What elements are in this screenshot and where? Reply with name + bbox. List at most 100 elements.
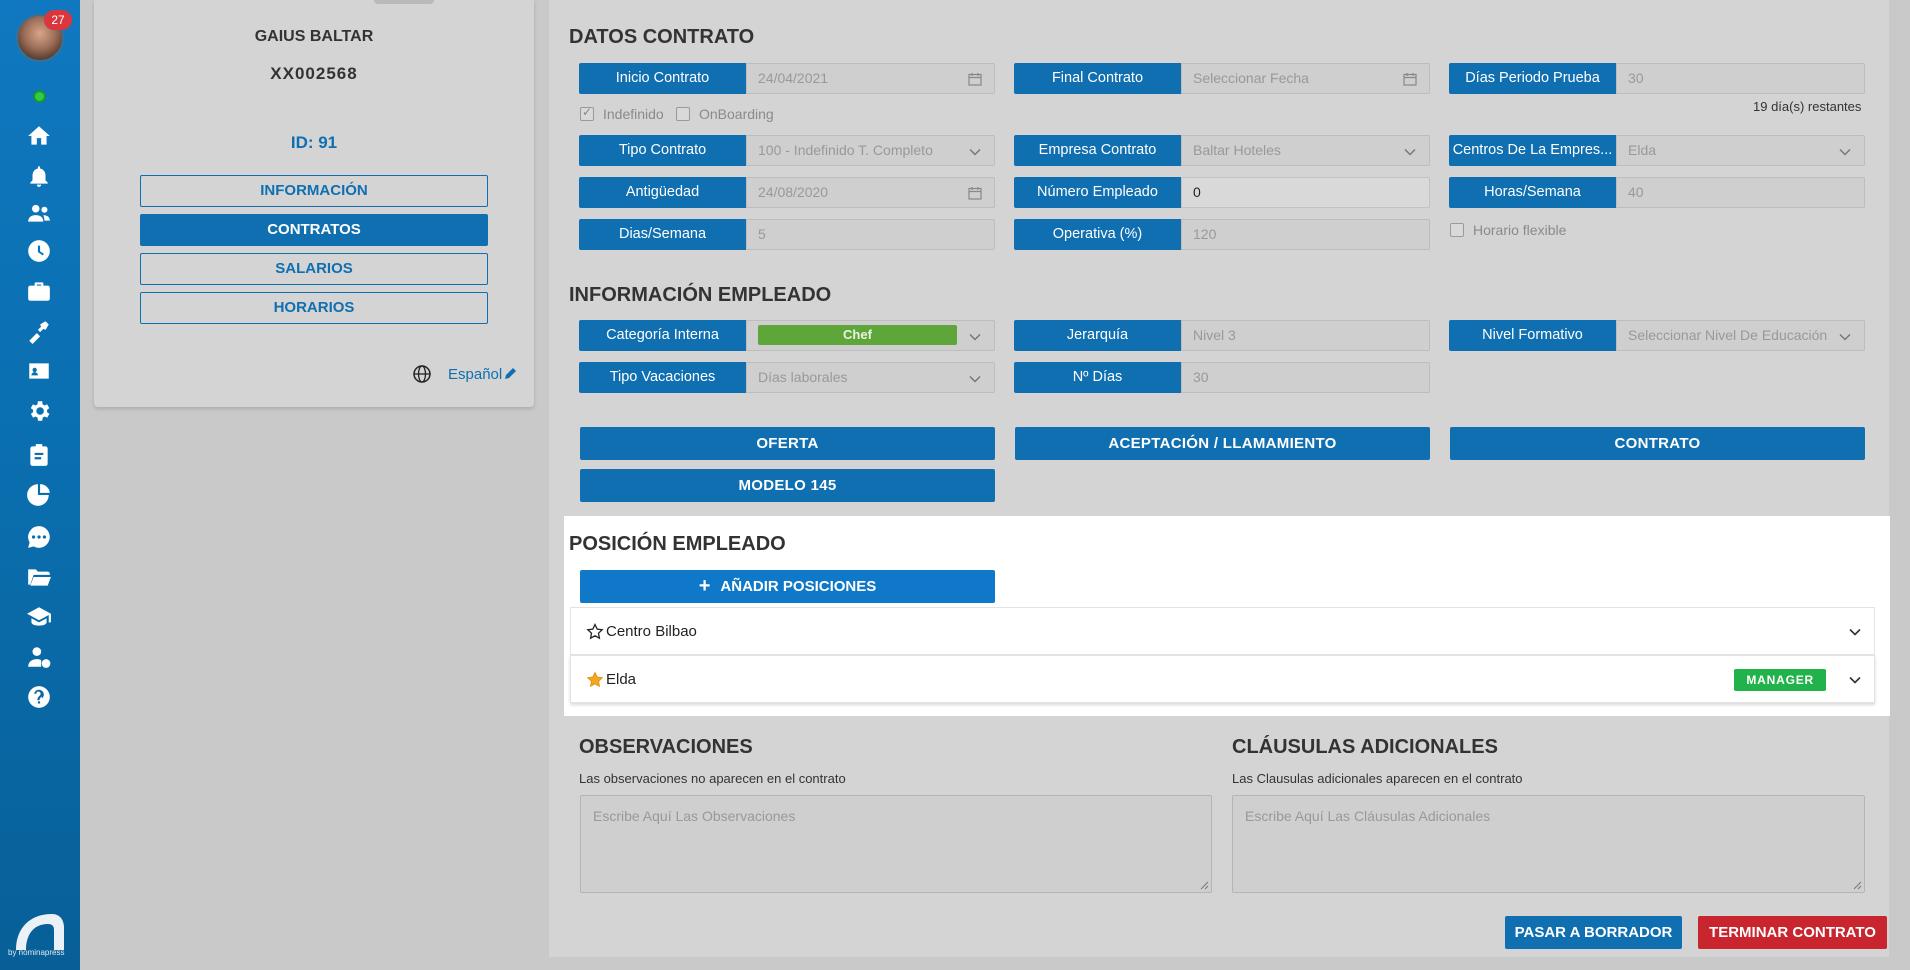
chevron-down-icon bbox=[1839, 148, 1851, 156]
onboarding-label: OnBoarding bbox=[699, 106, 774, 122]
user-money-icon[interactable] bbox=[24, 642, 54, 672]
nivel-formativo-select[interactable]: Seleccionar Nivel De Educación bbox=[1616, 320, 1865, 351]
clausulas-note: Las Clausulas adicionales aparecen en el… bbox=[1232, 771, 1523, 786]
logo-caption: by nominapress bbox=[8, 948, 65, 957]
section-title-contrato: DATOS CONTRATO bbox=[569, 26, 755, 48]
modelo-145-button[interactable]: MODELO 145 bbox=[580, 469, 995, 502]
tipo-vacaciones-value: Días laborales bbox=[758, 369, 848, 385]
position-row-centro-bilbao[interactable]: Centro Bilbao bbox=[570, 607, 1875, 655]
employee-card: GAIUS BALTAR XX002568 ID: 91 INFORMACIÓN… bbox=[94, 0, 534, 407]
position-name: Elda bbox=[606, 671, 637, 688]
tipo-contrato-select[interactable]: 100 - Indefinido T. Completo bbox=[746, 135, 995, 166]
menu-contratos-button[interactable]: CONTRATOS bbox=[140, 214, 488, 246]
pie-chart-icon[interactable] bbox=[24, 480, 54, 510]
calendar-icon[interactable] bbox=[1403, 72, 1417, 86]
dias-semana-field[interactable]: 5 bbox=[746, 219, 995, 250]
jerarquia-field[interactable]: Nivel 3 bbox=[1181, 320, 1430, 351]
final-contrato-label: Final Contrato bbox=[1014, 63, 1181, 94]
card-top-arc bbox=[374, 0, 434, 4]
num-dias-field[interactable]: 30 bbox=[1181, 362, 1430, 393]
centros-empresa-label: Centros De La Empres... bbox=[1449, 135, 1616, 166]
operativa-field[interactable]: 120 bbox=[1181, 219, 1430, 250]
operativa-label: Operativa (%) bbox=[1014, 219, 1181, 250]
centros-empresa-value: Elda bbox=[1628, 142, 1657, 158]
chevron-down-icon bbox=[969, 375, 981, 383]
inicio-contrato-value: 24/04/2021 bbox=[758, 70, 829, 86]
graduation-icon[interactable] bbox=[24, 602, 54, 632]
menu-horarios-button[interactable]: HORARIOS bbox=[140, 292, 488, 324]
star-filled-icon[interactable] bbox=[586, 671, 604, 689]
draft-button[interactable]: PASAR A BORRADOR bbox=[1505, 916, 1682, 949]
chevron-down-icon bbox=[969, 333, 981, 341]
observaciones-textarea[interactable]: Escribe Aquí Las Observaciones bbox=[580, 795, 1212, 893]
empresa-contrato-select[interactable]: Baltar Hoteles bbox=[1181, 135, 1430, 166]
section-title-observaciones: OBSERVACIONES bbox=[579, 736, 753, 758]
chevron-down-icon bbox=[1404, 148, 1416, 156]
employee-name: GAIUS BALTAR bbox=[254, 28, 374, 45]
observaciones-placeholder: Escribe Aquí Las Observaciones bbox=[593, 808, 796, 824]
position-name: Centro Bilbao bbox=[606, 623, 697, 640]
inicio-contrato-field[interactable]: 24/04/2021 bbox=[746, 63, 995, 94]
chat-icon[interactable] bbox=[24, 522, 54, 552]
chevron-down-icon[interactable] bbox=[1848, 673, 1862, 687]
clausulas-textarea[interactable]: Escribe Aquí Las Cláusulas Adicionales bbox=[1232, 795, 1865, 893]
home-icon[interactable] bbox=[24, 121, 54, 151]
num-dias-label: Nº Días bbox=[1014, 362, 1181, 393]
terminate-contract-button[interactable]: TERMINAR CONTRATO bbox=[1698, 916, 1887, 949]
clock-icon[interactable] bbox=[24, 236, 54, 266]
gear-icon[interactable] bbox=[24, 396, 54, 426]
centros-empresa-select[interactable]: Elda bbox=[1616, 135, 1865, 166]
add-positions-button[interactable]: + AÑADIR POSICIONES bbox=[580, 570, 995, 603]
numero-empleado-label: Número Empleado bbox=[1014, 177, 1181, 208]
clipboard-icon[interactable] bbox=[24, 440, 54, 470]
star-outline-icon[interactable] bbox=[586, 623, 604, 641]
horario-flexible-checkbox[interactable] bbox=[1450, 223, 1464, 237]
calendar-icon[interactable] bbox=[968, 72, 982, 86]
briefcase-icon[interactable] bbox=[24, 276, 54, 306]
indefinido-label: Indefinido bbox=[603, 106, 664, 122]
numero-empleado-input[interactable]: 0 bbox=[1181, 177, 1430, 208]
language-link[interactable]: Español bbox=[448, 366, 502, 383]
aceptacion-llamamiento-button[interactable]: ACEPTACIÓN / LLAMAMIENTO bbox=[1015, 427, 1430, 460]
dias-prueba-field[interactable]: 30 bbox=[1616, 63, 1865, 94]
employee-id: ID: 91 bbox=[290, 133, 338, 152]
menu-informacion-button[interactable]: INFORMACIÓN bbox=[140, 175, 488, 207]
pencil-icon[interactable] bbox=[504, 366, 518, 380]
antiguedad-field[interactable]: 24/08/2020 bbox=[746, 177, 995, 208]
nivel-formativo-label: Nivel Formativo bbox=[1449, 320, 1616, 351]
dias-prueba-label: Días Periodo Prueba bbox=[1449, 63, 1616, 94]
position-row-elda[interactable]: Elda MANAGER bbox=[570, 655, 1875, 703]
inicio-contrato-label: Inicio Contrato bbox=[579, 63, 746, 94]
horario-flexible-label: Horario flexible bbox=[1473, 222, 1567, 238]
globe-icon bbox=[413, 365, 431, 383]
onboarding-checkbox[interactable] bbox=[676, 107, 690, 121]
jerarquia-label: Jerarquía bbox=[1014, 320, 1181, 351]
help-icon[interactable] bbox=[24, 682, 54, 712]
empresa-contrato-value: Baltar Hoteles bbox=[1193, 142, 1281, 158]
indefinido-checkbox[interactable] bbox=[580, 105, 594, 121]
tools-icon[interactable] bbox=[24, 316, 54, 346]
chevron-down-icon bbox=[1838, 330, 1852, 344]
calendar-icon[interactable] bbox=[968, 186, 982, 200]
section-title-informacion: INFORMACIÓN EMPLEADO bbox=[569, 284, 832, 306]
tipo-contrato-label: Tipo Contrato bbox=[579, 135, 746, 166]
dias-semana-label: Dias/Semana bbox=[579, 219, 746, 250]
contrato-button[interactable]: CONTRATO bbox=[1450, 427, 1865, 460]
tipo-vacaciones-select[interactable]: Días laborales bbox=[746, 362, 995, 393]
chevron-down-icon[interactable] bbox=[1848, 625, 1862, 639]
users-icon[interactable] bbox=[24, 198, 54, 228]
online-status-dot bbox=[33, 90, 46, 103]
observaciones-note: Las observaciones no aparecen en el cont… bbox=[579, 771, 846, 786]
id-card-icon[interactable] bbox=[24, 356, 54, 386]
oferta-button[interactable]: OFERTA bbox=[580, 427, 995, 460]
folder-icon[interactable] bbox=[24, 562, 54, 592]
horas-semana-field[interactable]: 40 bbox=[1616, 177, 1865, 208]
final-contrato-field[interactable]: Seleccionar Fecha bbox=[1181, 63, 1430, 94]
resize-grip-icon[interactable] bbox=[1852, 880, 1862, 890]
antiguedad-label: Antigüedad bbox=[579, 177, 746, 208]
menu-salarios-button[interactable]: SALARIOS bbox=[140, 253, 488, 285]
section-title-clausulas: CLÁUSULAS ADICIONALES bbox=[1232, 736, 1498, 758]
antiguedad-value: 24/08/2020 bbox=[758, 184, 829, 200]
bell-icon[interactable] bbox=[24, 161, 54, 191]
resize-grip-icon[interactable] bbox=[1199, 880, 1209, 890]
